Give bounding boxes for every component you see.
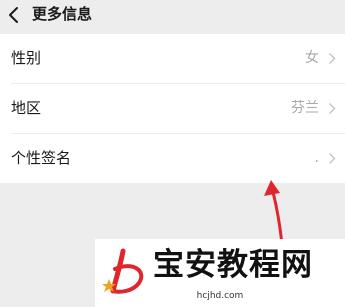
chevron-right-icon: [329, 153, 336, 164]
red-arrow-annotation: [264, 180, 284, 246]
signature-value: .: [314, 150, 319, 166]
top-bar: 更多信息: [0, 0, 345, 33]
gender-label: 性别: [11, 49, 42, 67]
signature-label: 个性签名: [11, 149, 72, 167]
region-value: 芬兰: [291, 100, 319, 116]
chevron-right-icon: [329, 53, 336, 64]
info-list: 性别 女 地区 芬兰 个性签名 .: [0, 34, 345, 183]
page-title: 更多信息: [32, 5, 93, 23]
gender-value: 女: [305, 50, 319, 66]
gender-row[interactable]: 性别 女: [0, 34, 345, 83]
chevron-right-icon: [329, 103, 336, 114]
watermark: 宝安教程网 hcjhd.com: [95, 239, 345, 307]
watermark-title: 宝安教程网: [153, 247, 313, 283]
chevron-left-icon[interactable]: [6, 6, 22, 24]
watermark-url: hcjhd.com: [196, 291, 244, 301]
region-label: 地区: [11, 99, 42, 117]
region-row[interactable]: 地区 芬兰: [0, 84, 345, 133]
signature-row[interactable]: 个性签名 .: [0, 134, 345, 183]
